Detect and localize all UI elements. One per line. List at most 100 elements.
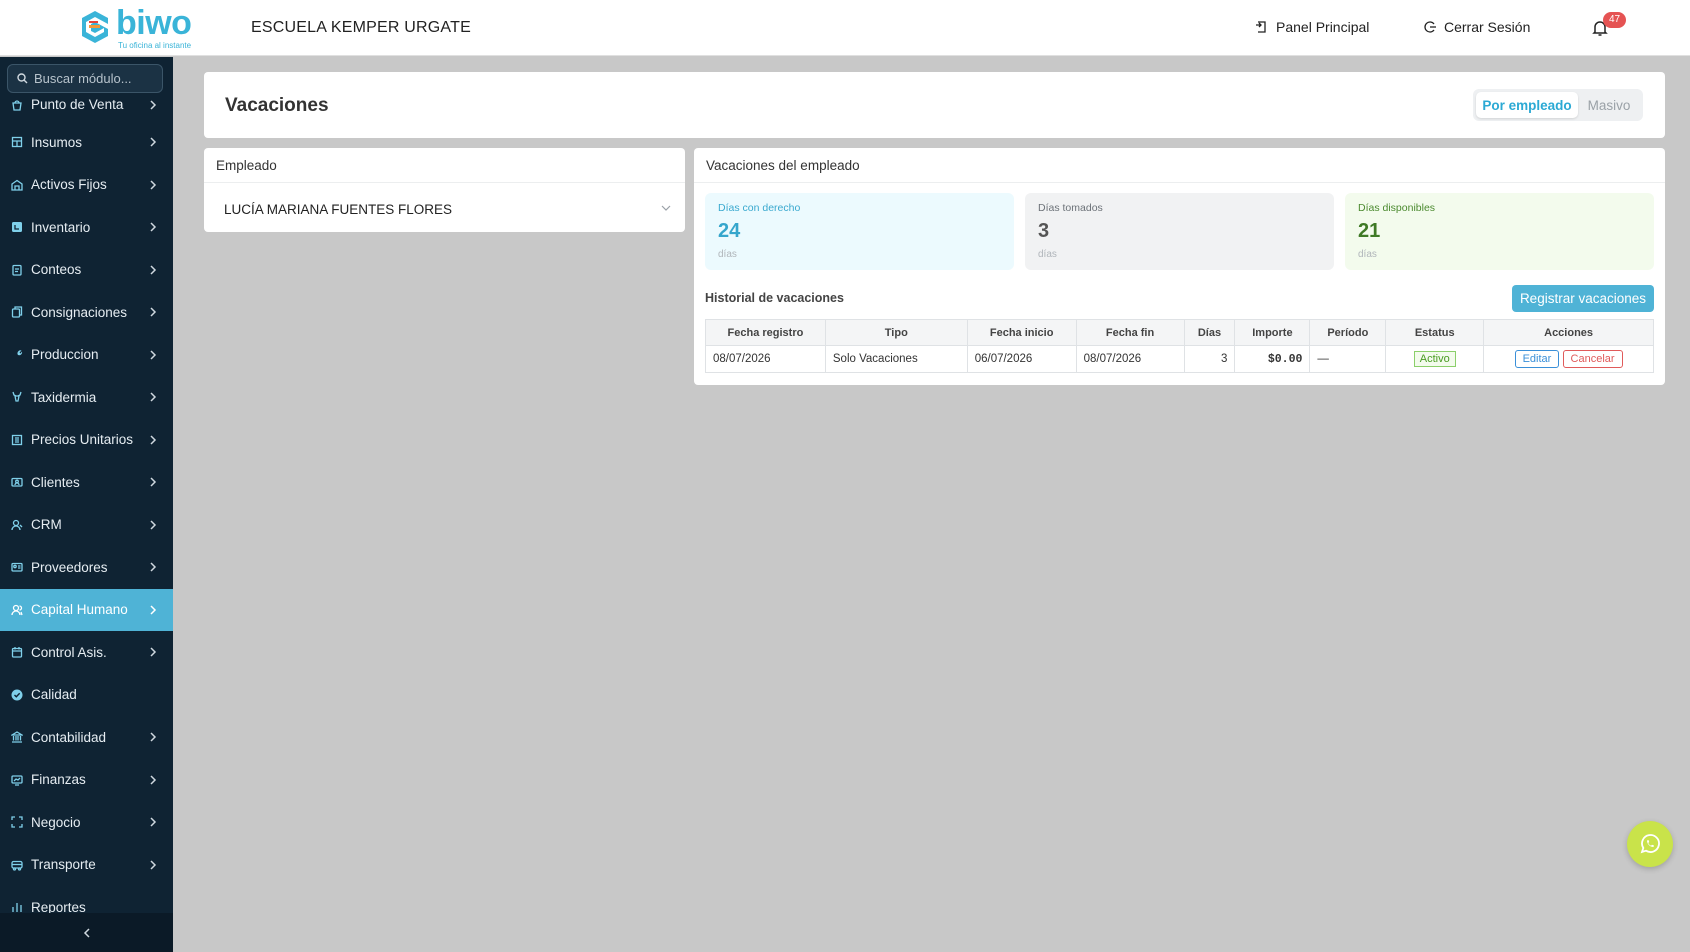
stat-value: 21 [1358,220,1381,242]
panel-principal-label: Panel Principal [1276,19,1370,35]
sidebar-item-label: Produccion [31,347,99,363]
sidebar-item-label: Calidad [31,687,77,703]
sidebar-item-transporte[interactable]: Transporte [0,844,173,887]
company-name: ESCUELA KEMPER URGATE [251,19,471,36]
calendar-icon [11,646,23,658]
chevron-right-icon [150,520,157,530]
crm-user-icon [11,519,23,531]
employee-select-value: LUCÍA MARIANA FUENTES FLORES [224,201,453,217]
search-icon [17,73,28,84]
sidebar-item-taxidermia[interactable]: Taxidermia [0,376,173,419]
sidebar-item-capital-humano[interactable]: Capital Humano [0,588,173,631]
column-header[interactable]: Período [1309,319,1387,346]
cell-acciones: Editar Cancelar [1483,345,1654,373]
sidebar-collapse-button[interactable] [0,913,173,952]
document-icon [11,306,23,318]
cell-fecha-inicio: 06/07/2026 [966,345,1077,373]
stat-value: 3 [1038,220,1050,242]
sidebar-item-calidad[interactable]: Calidad [0,674,173,717]
cell-estatus: Activo [1385,345,1485,373]
chevron-right-icon [150,222,157,232]
sidebar-item-conteos[interactable]: Conteos [0,249,173,292]
notification-count-badge: 47 [1603,12,1627,28]
report-icon [11,901,23,913]
stat-unit: días [718,249,737,260]
column-header[interactable]: Tipo [824,319,968,346]
vacation-history-table: Fecha registro Tipo Fecha inicio Fecha f… [705,319,1654,373]
sidebar: Punto de Venta Insumos Activos Fijos Inv… [0,57,173,952]
sidebar-item-finanzas[interactable]: Finanzas [0,759,173,802]
view-mode-toggle: Por empleado Masivo [1473,89,1643,121]
edit-button[interactable]: Editar [1514,350,1560,368]
column-header[interactable]: Fecha registro [705,319,826,346]
stat-label: Días disponibles [1358,202,1436,214]
sidebar-item-label: Clientes [31,474,80,490]
chevron-right-icon [150,605,157,615]
module-search-input[interactable] [34,71,154,86]
panel-principal-link[interactable]: Panel Principal [1255,19,1369,35]
cell-importe: $0.00 [1234,345,1311,373]
bank-icon [11,731,23,743]
sidebar-item-label: Negocio [31,814,81,830]
toggle-masivo[interactable]: Masivo [1578,92,1640,118]
stat-unit: días [1358,249,1377,260]
employee-card-heading: Empleado [204,148,685,183]
whatsapp-icon [1640,834,1660,854]
sidebar-item-consignaciones[interactable]: Consignaciones [0,291,173,334]
column-header[interactable]: Días [1183,319,1236,346]
cancel-button[interactable]: Cancelar [1562,350,1623,368]
employee-select[interactable]: LUCÍA MARIANA FUENTES FLORES [224,198,672,220]
expand-icon [11,816,23,828]
whatsapp-button[interactable] [1627,821,1673,867]
sidebar-item-insumos[interactable]: Insumos [0,121,173,164]
column-header[interactable]: Fecha fin [1075,319,1185,346]
cell-tipo: Solo Vacaciones [824,345,968,373]
sidebar-item-control-asis[interactable]: Control Asis. [0,631,173,674]
cell-periodo: — [1309,345,1387,373]
chevron-left-icon [83,927,90,938]
page-header-card: Vacaciones Por empleado Masivo [204,72,1665,138]
price-table-icon [11,434,23,446]
sidebar-item-proveedores[interactable]: Proveedores [0,546,173,589]
people-icon [11,604,23,616]
sidebar-item-activos-fijos[interactable]: Activos Fijos [0,164,173,207]
chevron-right-icon [150,562,157,572]
register-vacations-button[interactable]: Registrar vacaciones [1511,285,1654,312]
sidebar-item-label: Contabilidad [31,729,107,745]
vacations-card-heading: Vacaciones del empleado [694,148,1665,183]
client-card-icon [11,476,23,488]
column-header[interactable]: Importe [1234,319,1311,346]
biwo-logo[interactable]: biwo Tu oficina al instante [80,4,200,52]
shopping-bag-icon [11,99,23,111]
sidebar-item-precios-unitarios[interactable]: Precios Unitarios [0,419,173,462]
chevron-right-icon [150,817,157,827]
sidebar-item-clientes[interactable]: Clientes [0,461,173,504]
column-header: Acciones [1483,319,1654,346]
column-header[interactable]: Estatus [1385,319,1485,346]
wrench-icon [11,349,23,361]
stat-value: 24 [718,220,741,242]
stat-label: Días con derecho [718,202,801,214]
chevron-right-icon [150,860,157,870]
chevron-right-icon [150,307,157,317]
check-badge-icon [11,689,23,701]
sidebar-item-label: Activos Fijos [31,177,107,193]
biwo-logo-mark-icon [82,11,108,43]
sidebar-item-contabilidad[interactable]: Contabilidad [0,716,173,759]
sidebar-item-label: Capital Humano [31,602,128,618]
sidebar-item-negocio[interactable]: Negocio [0,801,173,844]
table-row: 08/07/2026 Solo Vacaciones 06/07/2026 08… [705,345,1654,373]
inventory-icon [11,221,23,233]
sidebar-item-produccion[interactable]: Produccion [0,334,173,377]
column-header[interactable]: Fecha inicio [966,319,1077,346]
chevron-down-icon [661,205,671,211]
stat-unit: días [1038,249,1057,260]
toggle-por-empleado[interactable]: Por empleado [1476,92,1578,118]
table-header-row: Fecha registro Tipo Fecha inicio Fecha f… [705,319,1654,346]
sidebar-nav: Punto de Venta Insumos Activos Fijos Inv… [0,95,173,929]
sidebar-item-crm[interactable]: CRM [0,504,173,547]
sidebar-item-inventario[interactable]: Inventario [0,206,173,249]
sidebar-item-punto-de-venta[interactable]: Punto de Venta [0,88,173,121]
chevron-right-icon [150,99,157,110]
cerrar-sesion-link[interactable]: Cerrar Sesión [1423,19,1530,35]
